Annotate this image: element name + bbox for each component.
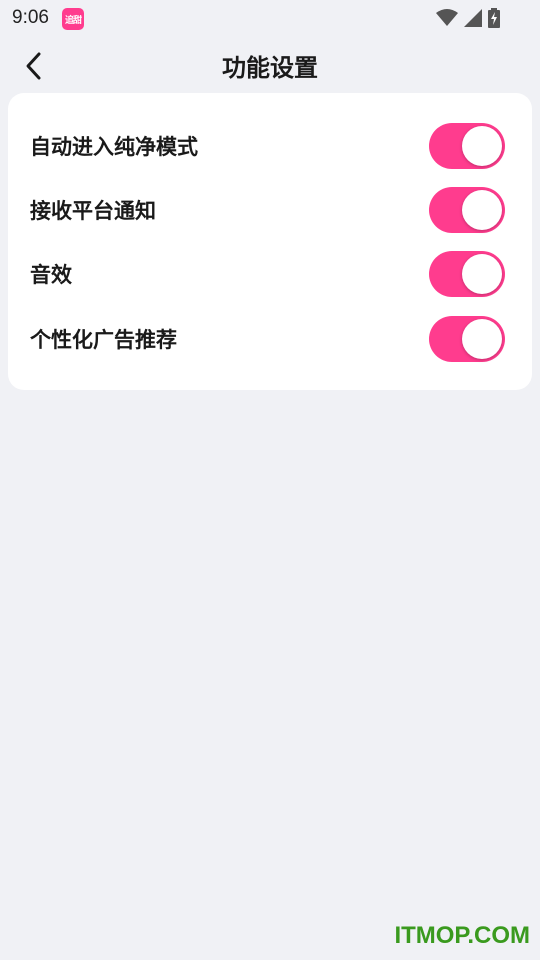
sound-effects-toggle[interactable] <box>429 251 505 297</box>
watermark: ITMOP.COM <box>394 922 530 949</box>
settings-card: 自动进入纯净模式 接收平台通知 音效 个性化广告推荐 <box>8 93 532 390</box>
status-bar: 9:06 追甜 <box>0 0 540 36</box>
setting-label: 音效 <box>30 263 72 287</box>
toggle-knob <box>462 254 502 294</box>
personalized-ads-toggle[interactable] <box>429 316 505 362</box>
toggle-knob <box>462 126 502 166</box>
status-time: 9:06 <box>12 7 49 28</box>
signal-icon <box>464 9 482 27</box>
notifications-toggle[interactable] <box>429 187 505 233</box>
battery-charging-icon <box>488 8 500 28</box>
setting-label: 自动进入纯净模式 <box>30 135 198 159</box>
page-title: 功能设置 <box>222 54 318 82</box>
setting-row-sound-effects: 音效 <box>8 249 532 299</box>
setting-label: 接收平台通知 <box>30 199 156 223</box>
setting-label: 个性化广告推荐 <box>30 328 177 352</box>
status-icons <box>436 8 500 28</box>
toggle-knob <box>462 190 502 230</box>
pure-mode-toggle[interactable] <box>429 123 505 169</box>
wifi-icon <box>436 9 458 26</box>
toggle-knob <box>462 319 502 359</box>
header: 功能设置 <box>0 36 540 94</box>
setting-row-personalized-ads: 个性化广告推荐 <box>8 314 532 364</box>
setting-row-pure-mode: 自动进入纯净模式 <box>8 121 532 171</box>
setting-row-notifications: 接收平台通知 <box>8 185 532 235</box>
app-notification-icon: 追甜 <box>62 8 84 30</box>
